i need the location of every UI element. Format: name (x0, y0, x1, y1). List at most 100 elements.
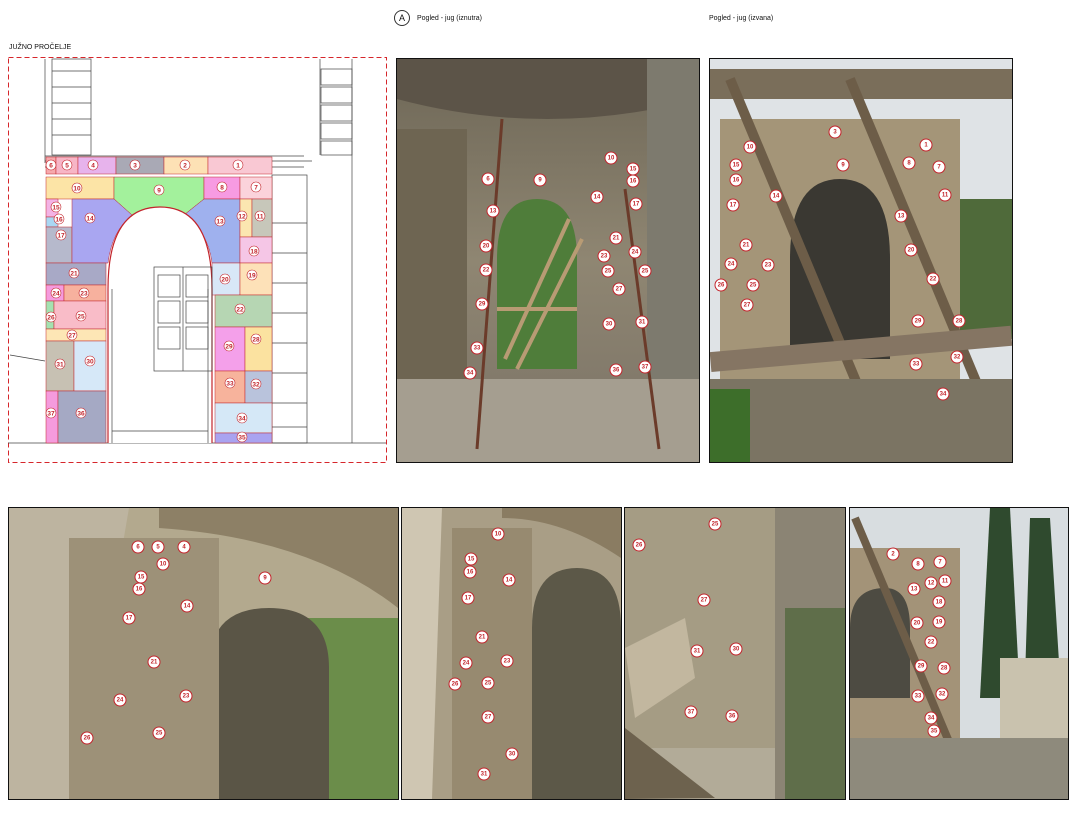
label-27: 27 (612, 282, 626, 296)
view-marker-a: A (394, 10, 410, 26)
label-15: 15 (729, 158, 743, 172)
label-31: 31 (690, 644, 704, 658)
label-24: 24 (724, 257, 738, 271)
label-37: 37 (638, 360, 652, 374)
label-10: 10 (491, 527, 505, 541)
svg-text:11: 11 (257, 213, 264, 220)
label-20: 20 (910, 616, 924, 630)
svg-text:5: 5 (65, 162, 69, 169)
label-26: 26 (714, 278, 728, 292)
photo-bottom-3: 25 26 27 30 31 36 37 (624, 507, 846, 800)
label-34: 34 (936, 387, 950, 401)
label-26: 26 (632, 538, 646, 552)
label-15: 15 (464, 552, 478, 566)
svg-text:10: 10 (73, 185, 81, 192)
label-14: 14 (769, 189, 783, 203)
label-29: 29 (914, 659, 928, 673)
svg-text:25: 25 (77, 313, 85, 320)
svg-text:27: 27 (68, 332, 76, 339)
label-16: 16 (626, 174, 640, 188)
label-34: 34 (924, 711, 938, 725)
label-12: 12 (924, 576, 938, 590)
label-21: 21 (609, 231, 623, 245)
label-8: 8 (902, 156, 916, 170)
label-24: 24 (113, 693, 127, 707)
label-27: 27 (740, 298, 754, 312)
label-22: 22 (479, 263, 493, 277)
label-3: 3 (828, 125, 842, 139)
svg-text:31: 31 (56, 361, 64, 368)
label-10: 10 (604, 151, 618, 165)
header-view-outside: Pogled - jug (izvana) (709, 15, 774, 22)
header-view-inside: Pogled - jug (iznutra) (417, 15, 482, 22)
label-14: 14 (590, 190, 604, 204)
svg-text:36: 36 (77, 410, 85, 417)
label-7: 7 (933, 555, 947, 569)
label-31: 31 (635, 315, 649, 329)
label-30: 30 (602, 317, 616, 331)
label-21: 21 (147, 655, 161, 669)
label-11: 11 (938, 574, 952, 588)
label-11: 11 (938, 188, 952, 202)
photo-bottom-4: 2 7 8 11 12 13 18 19 20 22 28 29 32 33 3… (849, 507, 1069, 800)
label-13: 13 (486, 204, 500, 218)
label-16: 16 (463, 565, 477, 579)
svg-text:4: 4 (91, 162, 95, 169)
label-7: 7 (932, 160, 946, 174)
label-9: 9 (258, 571, 272, 585)
svg-text:22: 22 (236, 306, 244, 313)
label-20: 20 (904, 243, 918, 257)
label-23: 23 (500, 654, 514, 668)
label-13: 13 (894, 209, 908, 223)
label-25a: 25 (601, 264, 615, 278)
svg-text:1: 1 (236, 162, 240, 169)
label-35: 35 (927, 724, 941, 738)
label-36: 36 (609, 363, 623, 377)
facade-drawing: 1 2 3 4 5 6 7 8 9 10 11 12 13 14 15 16 1… (8, 57, 387, 463)
label-27: 27 (481, 710, 495, 724)
photo-bottom-2: 10 14 15 16 17 21 23 24 25 26 27 30 31 (401, 507, 622, 800)
label-20: 20 (479, 239, 493, 253)
label-22: 22 (924, 635, 938, 649)
label-23: 23 (179, 689, 193, 703)
label-25: 25 (708, 517, 722, 531)
photo-bottom-1-svg (9, 508, 398, 799)
svg-text:20: 20 (221, 276, 229, 283)
label-15: 15 (134, 570, 148, 584)
svg-text:16: 16 (55, 216, 63, 223)
label-10: 10 (156, 557, 170, 571)
label-10: 10 (743, 140, 757, 154)
label-1: 1 (919, 138, 933, 152)
label-21: 21 (475, 630, 489, 644)
label-16: 16 (132, 582, 146, 596)
svg-text:19: 19 (248, 272, 256, 279)
svg-text:30: 30 (86, 358, 94, 365)
photo-outside-view: 1 3 7 8 9 10 11 13 14 15 16 17 20 21 22 … (709, 58, 1013, 463)
label-33: 33 (909, 357, 923, 371)
label-17: 17 (629, 197, 643, 211)
label-32: 32 (950, 350, 964, 364)
svg-text:6: 6 (49, 162, 53, 169)
photo-bottom-4-svg (850, 508, 1068, 799)
label-29: 29 (475, 297, 489, 311)
label-6: 6 (131, 540, 145, 554)
svg-text:33: 33 (226, 380, 234, 387)
label-23: 23 (761, 258, 775, 272)
label-34: 34 (463, 366, 477, 380)
label-19: 19 (932, 615, 946, 629)
photo-bottom-1: 4 5 6 9 10 14 15 16 17 21 23 24 25 26 (8, 507, 399, 800)
svg-text:12: 12 (238, 213, 246, 220)
label-37: 37 (684, 705, 698, 719)
svg-text:21: 21 (70, 270, 78, 277)
svg-text:14: 14 (86, 215, 94, 222)
label-27: 27 (697, 593, 711, 607)
label-30: 30 (505, 747, 519, 761)
label-17: 17 (461, 591, 475, 605)
label-25: 25 (152, 726, 166, 740)
svg-text:18: 18 (250, 248, 258, 255)
svg-text:15: 15 (52, 204, 60, 211)
photo-inside-svg (397, 59, 699, 462)
svg-text:7: 7 (254, 184, 258, 191)
label-21: 21 (739, 238, 753, 252)
label-16: 16 (729, 173, 743, 187)
